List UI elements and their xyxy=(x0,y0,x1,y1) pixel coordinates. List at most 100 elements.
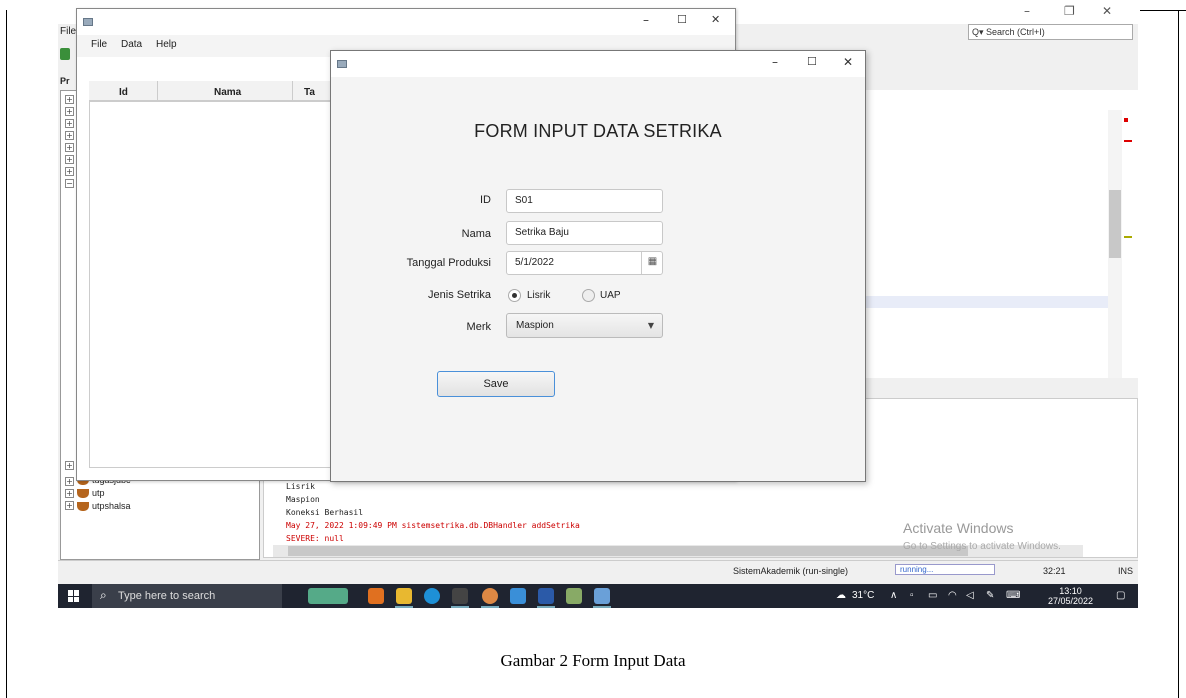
project-label: utpshalsa xyxy=(92,501,131,511)
status-caret-position: 32:21 xyxy=(1043,566,1066,576)
activate-windows-subtitle[interactable]: Go to Settings to activate Windows. xyxy=(903,541,1061,552)
tanggal-label: Tanggal Produksi xyxy=(406,257,491,269)
error-marker-icon[interactable] xyxy=(1124,140,1132,142)
tree-expand-icon[interactable]: + xyxy=(65,131,74,140)
active-indicator xyxy=(593,606,611,608)
project-label: utp xyxy=(92,488,105,498)
nama-label: Nama xyxy=(461,228,491,240)
minimize-icon[interactable]: – xyxy=(1024,4,1030,18)
close-icon[interactable]: ✕ xyxy=(843,55,853,69)
tanggal-value: 5/1/2022 xyxy=(515,257,554,268)
ide-search-input[interactable]: Q▾ Search (Ctrl+I) xyxy=(968,24,1133,40)
minimize-icon[interactable]: – xyxy=(772,55,778,69)
tray-chevron-icon[interactable]: ∧ xyxy=(890,590,897,601)
windows-start-icon[interactable] xyxy=(68,590,80,602)
column-divider[interactable] xyxy=(292,81,293,101)
pen-icon[interactable]: ✎ xyxy=(986,590,994,601)
java-taskbar-icon[interactable] xyxy=(594,588,610,604)
terminal-icon[interactable] xyxy=(452,588,468,604)
output-error-line: SEVERE: null xyxy=(286,534,344,543)
close-icon[interactable]: ✕ xyxy=(1102,4,1112,18)
java-project-icon xyxy=(77,501,89,511)
tree-expand-icon[interactable]: + xyxy=(65,107,74,116)
tree-expand-icon[interactable]: + xyxy=(65,461,74,470)
taskbar-clock[interactable]: 13:10 27/05/2022 xyxy=(1048,586,1093,606)
keyboard-icon[interactable]: ⌨ xyxy=(1006,590,1020,601)
minimize-icon[interactable]: – xyxy=(643,13,649,27)
output-scroll-thumb[interactable] xyxy=(288,546,968,556)
restore-icon[interactable]: ❐ xyxy=(1064,4,1075,18)
save-button[interactable]: Save xyxy=(437,371,555,397)
tree-expand-icon[interactable]: + xyxy=(65,143,74,152)
xampp-icon[interactable] xyxy=(368,588,384,604)
radio-lisrik[interactable] xyxy=(508,289,521,302)
table-header: Id Nama Ta xyxy=(89,81,349,101)
word-icon[interactable] xyxy=(538,588,554,604)
radio-lisrik-label[interactable]: Lisrik xyxy=(527,290,550,301)
figure-caption: Gambar 2 Form Input Data xyxy=(500,651,686,670)
form-window: – ☐ ✕ FORM INPUT DATA SETRIKA ID S01 Nam… xyxy=(330,50,866,482)
weather-icon[interactable]: ☁ xyxy=(836,590,846,601)
merk-label: Merk xyxy=(466,321,491,333)
tree-expand-icon[interactable]: + xyxy=(65,477,74,486)
output-line: Koneksi Berhasil xyxy=(286,508,364,517)
close-icon[interactable]: ✕ xyxy=(711,13,720,26)
clock-date: 27/05/2022 xyxy=(1048,596,1094,606)
status-insert-mode: INS xyxy=(1118,566,1134,576)
maximize-icon[interactable]: ☐ xyxy=(677,13,687,26)
tree-expand-icon[interactable]: + xyxy=(65,119,74,128)
form-title: FORM INPUT DATA SETRIKA xyxy=(474,121,722,141)
id-field[interactable]: S01 xyxy=(506,189,663,213)
project-item[interactable]: utp xyxy=(77,488,105,498)
tree-expand-icon[interactable]: + xyxy=(65,489,74,498)
java-app-icon xyxy=(83,18,93,26)
chrome-icon[interactable] xyxy=(482,588,498,604)
winrar-icon[interactable] xyxy=(566,588,582,604)
menu-file[interactable]: File xyxy=(91,39,107,50)
travel-app-icon[interactable] xyxy=(308,588,348,604)
ide-menu-file[interactable]: File xyxy=(60,26,76,37)
edge-icon[interactable] xyxy=(424,588,440,604)
tree-expand-icon[interactable]: + xyxy=(65,167,74,176)
menu-data[interactable]: Data xyxy=(121,39,142,50)
column-tanggal[interactable]: Ta xyxy=(304,87,315,98)
code-editor[interactable] xyxy=(863,90,1138,380)
tanggal-datepicker[interactable]: 5/1/2022 ▦ xyxy=(506,251,663,275)
tree-expand-icon[interactable]: + xyxy=(65,155,74,164)
table-window-titlebar: – ☐ ✕ xyxy=(77,9,735,35)
notification-icon[interactable]: ▢ xyxy=(1116,590,1125,601)
new-project-icon[interactable] xyxy=(60,48,70,60)
column-divider[interactable] xyxy=(157,81,158,101)
nama-field[interactable]: Setrika Baju xyxy=(506,221,663,245)
tree-expand-icon[interactable]: + xyxy=(65,501,74,510)
merk-select[interactable]: Maspion ▼ xyxy=(506,313,663,338)
active-indicator xyxy=(537,606,555,608)
editor-scroll-thumb[interactable] xyxy=(1109,190,1121,258)
calendar-icon[interactable]: ▦ xyxy=(641,252,663,274)
file-explorer-icon[interactable] xyxy=(396,588,412,604)
chevron-down-icon: ▼ xyxy=(647,321,654,330)
column-id[interactable]: Id xyxy=(119,87,128,98)
wifi-icon[interactable]: ◠ xyxy=(948,590,957,601)
maximize-icon[interactable]: ☐ xyxy=(807,55,817,68)
warning-marker-icon[interactable] xyxy=(1124,236,1132,238)
radio-uap[interactable] xyxy=(582,289,595,302)
meet-now-icon[interactable]: ▫ xyxy=(910,590,914,601)
project-item[interactable]: utpshalsa xyxy=(77,501,131,511)
menu-help[interactable]: Help xyxy=(156,39,177,50)
column-nama[interactable]: Nama xyxy=(214,87,241,98)
weather-temp[interactable]: 31°C xyxy=(852,590,874,601)
merk-selected-value: Maspion xyxy=(516,320,554,331)
ide-search-placeholder: Search (Ctrl+I) xyxy=(986,27,1045,37)
volume-icon[interactable]: ◁ xyxy=(966,590,974,601)
radio-uap-label[interactable]: UAP xyxy=(600,290,621,301)
activate-windows-title: Activate Windows xyxy=(903,520,1014,536)
box-app-icon[interactable] xyxy=(510,588,526,604)
tree-expand-icon[interactable]: + xyxy=(65,95,74,104)
error-marker-icon[interactable] xyxy=(1124,118,1128,122)
battery-icon[interactable]: ▭ xyxy=(928,590,937,601)
projects-tab[interactable]: Pr xyxy=(60,76,70,86)
taskbar-search-placeholder[interactable]: Type here to search xyxy=(118,590,215,602)
status-progress[interactable]: running... xyxy=(895,564,995,575)
tree-collapse-icon[interactable]: − xyxy=(65,179,74,188)
